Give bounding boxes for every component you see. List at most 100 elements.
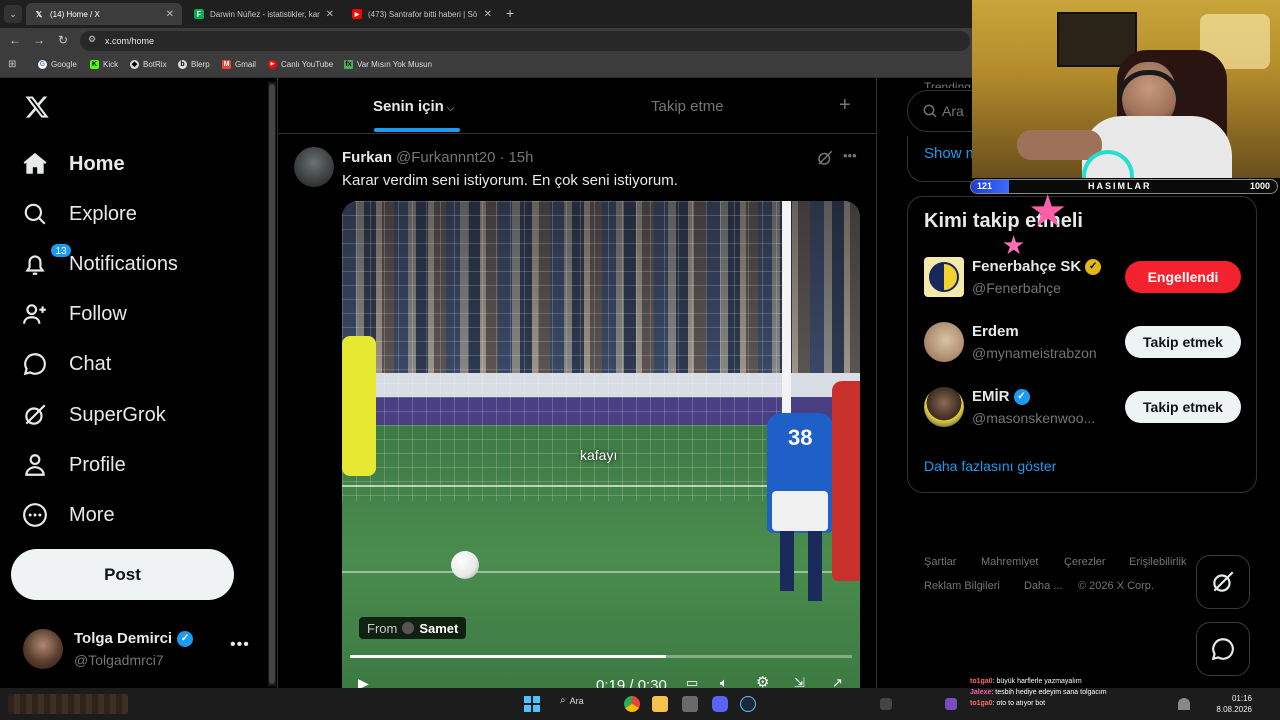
bookmark-label: Blerp <box>191 60 210 69</box>
wifi-icon[interactable] <box>1178 698 1190 710</box>
post-button[interactable]: Post <box>11 549 234 600</box>
sidebar-item-follow[interactable]: Follow <box>22 297 127 331</box>
video-from-badge[interactable]: From Samet <box>359 617 467 639</box>
suggestion-name-text: Fenerbahçe SK <box>972 258 1082 275</box>
footer-copyright: © 2026 X Corp. <box>1078 580 1154 592</box>
taskbar-search[interactable]: ⌕ Ara <box>560 695 584 706</box>
sidebar-item-explore[interactable]: Explore <box>22 197 137 231</box>
show-more-link[interactable]: Daha fazlasını göster <box>924 458 1056 474</box>
suggestion-avatar-emir[interactable] <box>924 387 964 427</box>
footer-privacy[interactable]: Mahremiyet <box>981 556 1038 568</box>
bookmark-youtube[interactable]: ▶ Canlı YouTube <box>268 60 333 69</box>
back-icon[interactable]: ← <box>9 33 21 47</box>
suggestion-avatar-erdem[interactable] <box>924 322 964 362</box>
person-icon <box>25 454 45 476</box>
file-explorer-icon[interactable] <box>652 696 668 712</box>
discord-icon[interactable] <box>712 696 728 712</box>
chrome-icon[interactable] <box>624 696 640 712</box>
follow-button[interactable]: Takip etmek <box>1125 326 1241 358</box>
app-icon[interactable] <box>682 696 698 712</box>
bookmark-var-misin[interactable]: fx Var Mısın Yok Musun <box>344 60 432 69</box>
bookmark-label: Var Mısın Yok Musun <box>357 60 432 69</box>
fullscreen-icon[interactable]: ↗ <box>832 675 843 688</box>
close-icon[interactable]: ✕ <box>166 9 174 20</box>
bookmark-botrix[interactable]: ◆ BotRix <box>130 60 167 69</box>
tray-app-icon[interactable] <box>880 698 892 710</box>
sidebar-item-chat[interactable]: Chat <box>22 347 111 381</box>
footer-ads-info[interactable]: Reklam Bilgileri <box>924 580 1000 592</box>
pip-icon[interactable]: ⇲ <box>794 675 805 688</box>
taskbar-search-label: Ara <box>569 695 584 706</box>
footer-accessibility[interactable]: Erişilebilirlik <box>1129 556 1186 568</box>
site-info-icon[interactable]: ⚙ <box>88 34 96 45</box>
video-time: 0:19 / 0:30 <box>596 677 667 688</box>
video-progress-track[interactable] <box>350 655 852 658</box>
bookmark-blerp[interactable]: b Blerp <box>178 60 210 69</box>
sidebar-item-profile[interactable]: Profile <box>22 448 126 482</box>
x-logo-icon <box>25 96 49 118</box>
post-handle[interactable]: @Furkannnt20 <box>396 149 495 166</box>
sidebar-item-label: Explore <box>69 202 137 225</box>
tab-following[interactable]: Takip etme <box>651 98 724 115</box>
start-icon[interactable] <box>524 696 540 712</box>
footer-cookies[interactable]: Çerezler <box>1064 556 1106 568</box>
footer-more[interactable]: Daha ... <box>1024 580 1063 592</box>
post-header: Furkan @Furkannnt20 · 15h <box>342 149 534 166</box>
settings-icon[interactable]: ⚙ <box>756 673 769 688</box>
trends-show-more[interactable]: Show m <box>924 145 978 162</box>
footer-terms[interactable]: Şartlar <box>924 556 956 568</box>
grok-icon[interactable] <box>816 149 834 167</box>
grok-floating-button[interactable] <box>1196 555 1250 609</box>
browser-tab-x-home[interactable]: 𝕏 (14) Home / X ✕ <box>26 3 182 25</box>
follow-button[interactable]: Takip etmek <box>1125 391 1241 423</box>
sidebar-item-notifications[interactable]: 13 Notifications <box>22 243 178 281</box>
suggestion-name[interactable]: Erdem <box>972 323 1019 340</box>
tab-for-you[interactable]: Senin için ⌵ <box>373 98 454 115</box>
account-switcher[interactable]: Tolga Demirci ✓ @Tolgadmrci7 ••• <box>10 620 258 678</box>
blocked-button[interactable]: Engellendi <box>1125 261 1241 293</box>
sidebar-item-home[interactable]: Home <box>22 147 125 181</box>
browser-tab-youtube[interactable]: ▶ (473) Santrafor bitti haberi | Sö ✕ <box>344 3 500 25</box>
x-logo[interactable] <box>24 94 50 122</box>
volume-icon[interactable]: 🔈︎ <box>720 675 728 688</box>
tab-list-button[interactable]: ⌄ <box>4 5 22 23</box>
bookmark-google[interactable]: G Google <box>38 60 77 69</box>
browser-tab-darwin[interactable]: F Darwin Núñez - istatistikler, kar ✕ <box>186 3 342 25</box>
post-avatar[interactable] <box>294 147 334 187</box>
steam-icon[interactable] <box>740 696 756 712</box>
post-more-icon[interactable]: ••• <box>843 148 857 163</box>
verified-badge-icon: ✓ <box>1013 388 1030 405</box>
sidebar-item-label: Follow <box>69 302 127 325</box>
more-horizontal-icon[interactable]: ••• <box>230 636 250 654</box>
suggestion-avatar-fenerbahce[interactable] <box>924 257 964 297</box>
post-author[interactable]: Furkan <box>342 149 392 166</box>
video-player[interactable]: 38 kafayı From Samet ▶ 0:19 / 0:30 ▭ 🔈︎ … <box>342 201 860 688</box>
sidebar-item-supergrok[interactable]: SuperGrok <box>22 398 166 432</box>
apps-icon[interactable]: ⊞ <box>8 59 16 70</box>
tray-app-icon[interactable] <box>945 698 957 710</box>
close-icon[interactable]: ✕ <box>484 9 492 20</box>
weather-widget[interactable] <box>8 694 128 714</box>
chat-line: to1ga0: oto to atıyor bot <box>970 698 1170 709</box>
search-icon <box>24 203 46 225</box>
sidebar-scrollbar-thumb[interactable] <box>269 84 275 684</box>
url-field[interactable]: ⚙ x.com/home <box>80 31 970 51</box>
add-tab-icon[interactable]: + <box>839 94 851 117</box>
chat-floating-button[interactable] <box>1196 622 1250 676</box>
from-label: From <box>367 620 398 636</box>
reload-icon[interactable]: ↻ <box>58 33 68 47</box>
bookmark-gmail[interactable]: M Gmail <box>222 60 256 69</box>
play-icon[interactable]: ▶ <box>358 675 369 688</box>
forward-icon[interactable]: → <box>33 33 45 47</box>
taskbar-clock[interactable]: 01:16 8.08.2026 <box>1216 693 1252 715</box>
post-time[interactable]: 15h <box>508 149 533 166</box>
close-icon[interactable]: ✕ <box>326 9 334 20</box>
video-goal-net <box>342 201 787 501</box>
suggestion-name[interactable]: Fenerbahçe SK ✓ <box>972 258 1102 275</box>
captions-icon[interactable]: ▭ <box>686 675 698 688</box>
sidebar-item-more[interactable]: More <box>22 498 115 532</box>
suggestion-handle: @masonskenwoo... <box>972 410 1096 426</box>
bookmark-kick[interactable]: K Kick <box>90 60 118 69</box>
new-tab-button[interactable]: + <box>506 5 514 21</box>
suggestion-name[interactable]: EMİR ✓ <box>972 388 1030 405</box>
